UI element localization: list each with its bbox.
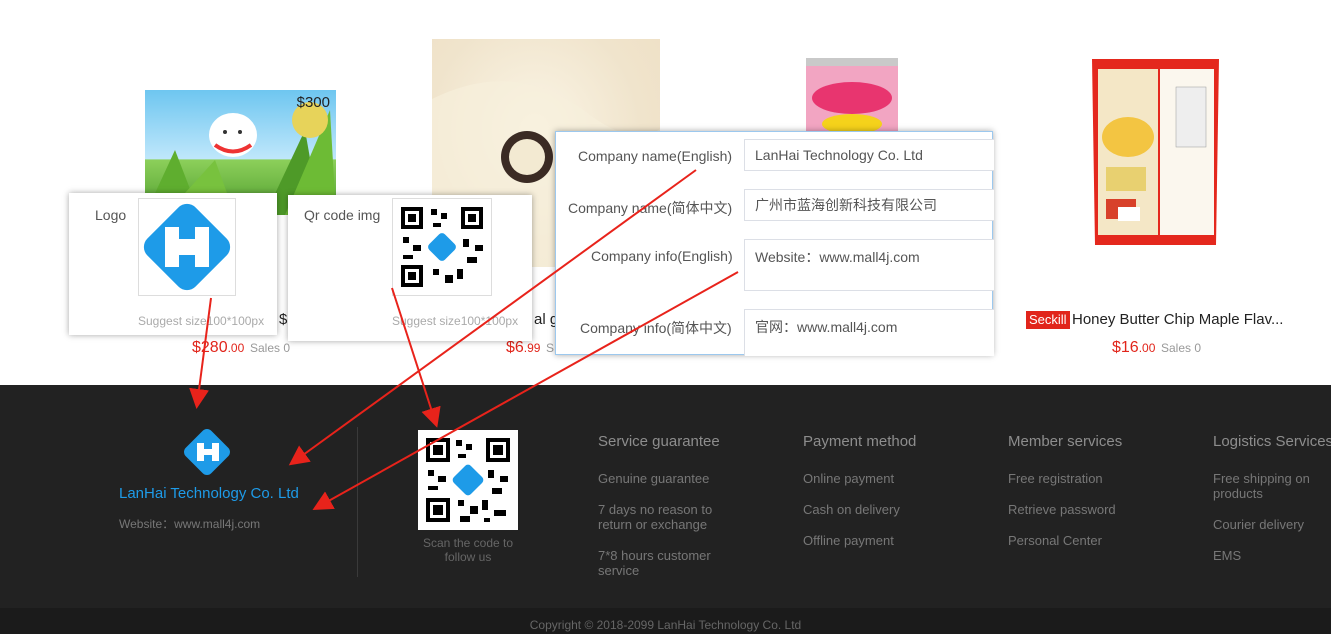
product-sales: S (546, 341, 555, 355)
company-info-cn-textarea[interactable]: 官网：www.mall4j.com (744, 309, 994, 356)
price-main: $280 (192, 339, 228, 356)
footer-website: Website：www.mall4j.com (119, 517, 261, 531)
company-logo-icon (143, 203, 231, 291)
company-name-en-label: Company name(English) (578, 148, 733, 164)
qr-code-icon (401, 207, 483, 287)
logo-size-hint: Suggest size100*100px (138, 314, 265, 328)
footer-link-offline-payment[interactable]: Offline payment (803, 533, 894, 548)
footer-link-genuine-guarantee[interactable]: Genuine guarantee (598, 471, 728, 486)
company-info-cn-label: Company info(简体中文) (580, 320, 732, 336)
footer-link-customer-service[interactable]: 7*8 hours customer service (598, 548, 728, 578)
footer-link-personal-center[interactable]: Personal Center (1008, 533, 1102, 548)
seckill-badge: Seckill (1026, 311, 1070, 329)
soda-can-illustration (806, 58, 898, 133)
logo-label: Logo (95, 207, 127, 223)
footer-link-retrieve-password[interactable]: Retrieve password (1008, 502, 1116, 517)
footer-link-cash-on-delivery[interactable]: Cash on delivery (803, 502, 900, 517)
product-price: $16.00 (1112, 339, 1155, 357)
logo-settings-panel: Logo Suggest size100*100px (69, 193, 277, 335)
company-info-form-panel: Company name(English) LanHai Technology … (555, 131, 994, 356)
qr-code-settings-panel: Qr code img Suggest size100*100px (288, 195, 532, 341)
product-sales: Sales 0 (1161, 341, 1202, 355)
product-image-soda-can[interactable] (806, 58, 898, 133)
company-name-en-input[interactable]: LanHai Technology Co. Ltd (744, 139, 994, 171)
logistics-services-title: Logistics Services (1213, 433, 1331, 450)
company-info-en-label: Company info(English) (591, 248, 733, 264)
product-price: $280.00 (192, 339, 244, 357)
service-guarantee-title: Service guarantee (598, 433, 720, 450)
product-price: $6.99 (506, 339, 540, 357)
price-main: $6 (506, 339, 524, 356)
copyright-bar: Copyright © 2018-2099 LanHai Technology … (0, 608, 1331, 634)
copyright-text: Copyright © 2018-2099 LanHai Technology … (529, 618, 802, 632)
footer-company-name: LanHai Technology Co. Ltd (119, 485, 299, 502)
price-decimal: .00 (1138, 341, 1156, 355)
footer-link-online-payment[interactable]: Online payment (803, 471, 894, 486)
footer-link-return-exchange[interactable]: 7 days no reason to return or exchange (598, 502, 728, 532)
footer-divider (357, 427, 358, 577)
qr-code-upload[interactable] (392, 198, 492, 296)
qr-code-image (418, 430, 518, 530)
qr-size-hint: Suggest size100*100px (392, 314, 519, 328)
member-services-title: Member services (1008, 433, 1123, 450)
product-image-chips-bag[interactable] (1088, 57, 1223, 247)
footer-link-free-shipping[interactable]: Free shipping on products (1213, 471, 1323, 501)
product-sales: Sales 0 (250, 341, 291, 355)
payment-method-title: Payment method (803, 433, 917, 450)
company-name-cn-input[interactable]: 广州市蓝海创新科技有限公司 (744, 189, 994, 221)
product-name-partial: $ (279, 311, 288, 328)
product-name[interactable]: Honey Butter Chip Maple Flav... (1072, 311, 1283, 328)
price-decimal: .99 (523, 341, 541, 355)
scan-to-follow-text: Scan the code to follow us (422, 536, 514, 564)
price-decimal: .00 (227, 341, 245, 355)
chips-bag-illustration (1092, 59, 1219, 245)
company-name-cn-label: Company name(简体中文) (568, 200, 733, 216)
site-footer: LanHai Technology Co. Ltd Website：www.ma… (0, 385, 1331, 608)
price-main: $16 (1112, 339, 1139, 356)
company-logo-icon (184, 429, 230, 475)
footer-link-free-registration[interactable]: Free registration (1008, 471, 1103, 486)
qr-code-icon (426, 438, 510, 522)
logo-upload[interactable] (138, 198, 236, 296)
footer-link-courier-delivery[interactable]: Courier delivery (1213, 517, 1304, 532)
gift-card-value: $300 (296, 94, 330, 111)
company-info-en-textarea[interactable]: Website：www.mall4j.com (744, 239, 994, 291)
footer-link-ems[interactable]: EMS (1213, 548, 1241, 563)
qr-code-label: Qr code img (304, 207, 381, 223)
